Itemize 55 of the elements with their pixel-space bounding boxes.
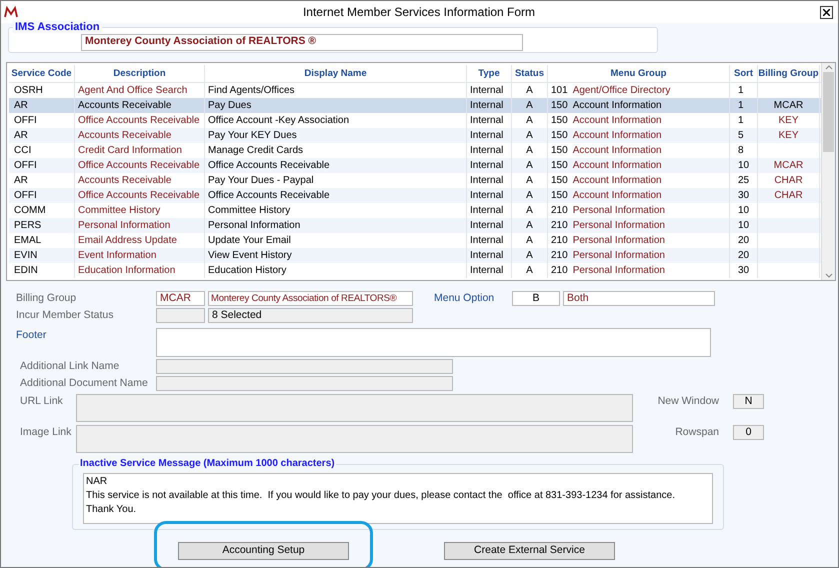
input-field[interactable]: N — [733, 394, 764, 409]
table-cell: EDIN — [9, 263, 75, 278]
scrollbar-thumb[interactable] — [823, 72, 834, 152]
table-cell: 210 Personal Information — [548, 263, 730, 278]
input-field[interactable]: Monterey County Association of REALTORS® — [208, 291, 413, 306]
field-label: Menu Option — [434, 290, 496, 306]
input-field[interactable]: B — [512, 291, 560, 306]
field-label: Additional Document Name — [19, 376, 149, 391]
table-row[interactable]: AR Accounts Receivable Pay Your KEY Dues Internal A 150 Account Information 5 KEY — [9, 128, 821, 143]
column-header[interactable]: Status — [512, 65, 548, 82]
scroll-down-icon[interactable] — [824, 273, 832, 278]
action-button[interactable]: Create External Service — [444, 542, 615, 560]
field-label: Additional Link Name — [19, 358, 120, 374]
table-row[interactable]: OFFI Office Accounts Receivable Office Accounts Receivable Internal A 150 Account Information 10 MCAR — [9, 158, 821, 173]
table-cell: 30 — [730, 263, 758, 278]
input-field[interactable]: Both — [563, 291, 715, 306]
field-label: URL Link — [19, 394, 64, 409]
table-cell: Internal — [467, 263, 512, 278]
field-label: Incur Member Status — [15, 308, 114, 323]
panel-legend: IMS Association — [13, 21, 102, 33]
scrollbar[interactable] — [821, 63, 835, 280]
input-field[interactable]: 8 Selected — [208, 308, 413, 323]
input-field[interactable]: Monterey County Association of REALTORS ® — [81, 34, 523, 51]
column-header[interactable]: Billing Group — [758, 65, 820, 82]
field-label: Billing Group — [15, 290, 78, 306]
column-header[interactable]: Menu Group — [548, 65, 730, 82]
field-label: New Window — [656, 394, 719, 409]
message-line: This service is not available at this time. If you would like to pay your dues, please contact the office at 831-393-1234 for assistance. — [86, 489, 676, 503]
window-title: Internet Member Services Information Form — [302, 4, 536, 21]
input-field[interactable]: MCAR — [156, 291, 205, 306]
table-cell: A — [512, 263, 548, 278]
table-row[interactable]: AR Accounts Receivable Pay Dues Internal A 150 Account Information 1 MCAR — [9, 98, 821, 113]
table-row[interactable]: PERS Personal Information Personal Information Internal A 210 Personal Information 10 — [9, 218, 821, 233]
column-header[interactable]: Service Code — [9, 65, 75, 82]
column-header[interactable]: Type — [467, 65, 512, 82]
table-cell: Education History — [205, 263, 467, 278]
table-cell: Education Information — [75, 263, 205, 278]
message-textarea[interactable]: NAR This service is not available at this time. If you would like to pay your dues, please contact the office at 831-393-1234 for assistance. Thank You. — [83, 473, 713, 524]
field-label: Rowspan — [674, 425, 719, 440]
column-header[interactable]: Description — [75, 65, 205, 82]
field-label: Footer — [15, 328, 48, 343]
column-header[interactable]: Display Name — [205, 65, 467, 82]
input-field[interactable]: 0 — [733, 425, 764, 440]
action-button[interactable]: Accounting Setup — [178, 542, 349, 560]
table-row[interactable]: OFFI Office Accounts Receivable Office Accounts Receivable Internal A 150 Account Information 30 CHAR — [9, 188, 821, 203]
close-button[interactable] — [820, 6, 833, 18]
message-line: NAR — [86, 475, 108, 489]
table-row[interactable]: EVIN Event Information View Event History Internal A 210 Personal Information 20 — [9, 248, 821, 263]
field-label: Image Link — [19, 425, 72, 440]
panel-legend: Inactive Service Message (Maximum 1000 characters) — [79, 458, 336, 470]
app-logo-icon — [4, 6, 18, 18]
column-header[interactable]: Sort — [730, 65, 758, 82]
message-line: Thank You. — [86, 503, 138, 517]
scroll-up-icon[interactable] — [824, 65, 832, 70]
close-icon — [823, 8, 830, 16]
